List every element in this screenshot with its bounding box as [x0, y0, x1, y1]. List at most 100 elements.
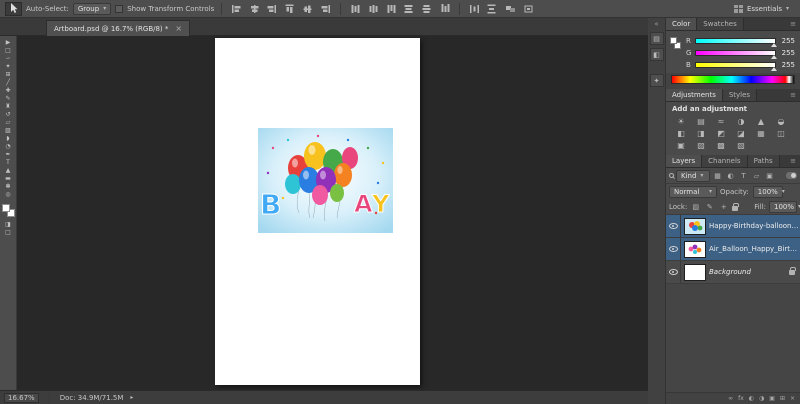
black-white-icon[interactable]: ◨ [691, 127, 711, 139]
eye-icon[interactable] [668, 246, 678, 252]
history-panel-icon[interactable]: ▤ [649, 32, 664, 45]
eye-icon[interactable] [668, 223, 678, 229]
status-popup-icon[interactable]: ▸ [130, 394, 133, 401]
red-value[interactable]: 255 [779, 37, 795, 45]
document-tab[interactable]: Artboard.psd @ 16.7% (RGB/8) * × [46, 20, 191, 36]
layer-mask-icon[interactable]: ◐ [749, 395, 754, 402]
slider-thumb[interactable] [771, 43, 777, 47]
3d-mode-icon[interactable] [521, 2, 535, 15]
blue-slider[interactable] [695, 62, 777, 71]
slider-thumb[interactable] [771, 55, 777, 59]
link-layers-icon[interactable]: ∞ [728, 395, 733, 402]
canvas-area[interactable]: B A Y [17, 36, 648, 390]
layer-name[interactable]: Background [709, 268, 786, 276]
auto-select-dropdown[interactable]: Group ▾ [72, 2, 112, 15]
color-panel-fgbg-swatch[interactable] [670, 35, 682, 59]
blue-value[interactable]: 255 [779, 61, 795, 69]
path-selection-tool[interactable]: ▲ [1, 167, 16, 175]
visibility-cell[interactable] [666, 238, 681, 260]
opacity-dropdown[interactable]: 100% ▾ [752, 186, 785, 198]
invert-icon[interactable]: ◫ [771, 127, 791, 139]
foreground-color-swatch[interactable] [1, 204, 10, 212]
dodge-tool[interactable]: ◔ [1, 143, 16, 151]
lock-image-pixels-icon[interactable]: ✎ [704, 201, 715, 213]
foreground-chip[interactable] [670, 37, 677, 44]
channel-mixer-icon[interactable]: ◪ [731, 127, 751, 139]
lock-position-icon[interactable]: + [718, 201, 729, 213]
panel-menu-icon[interactable]: ≡ [786, 155, 800, 167]
color-balance-icon[interactable]: ◧ [671, 127, 691, 139]
type-layer-filter-icon[interactable]: T [738, 170, 749, 182]
filtering-toggle[interactable] [786, 172, 797, 179]
gradient-tool[interactable]: ▧ [1, 127, 16, 135]
history-brush-tool[interactable]: ↺ [1, 111, 16, 119]
color-spectrum-ramp[interactable] [671, 75, 795, 84]
threshold-icon[interactable]: ▨ [691, 139, 711, 151]
foreground-background-swatches[interactable] [1, 204, 15, 217]
layer-name[interactable]: Air_Balloon_Happy_Birth... [709, 245, 800, 253]
distribute-h-spacing-icon[interactable] [467, 2, 481, 15]
quick-selection-tool[interactable]: ✦ [1, 63, 16, 71]
panel-menu-icon[interactable]: ≡ [786, 89, 800, 101]
panel-menu-icon[interactable]: ≡ [786, 18, 800, 30]
slider-thumb[interactable] [771, 67, 777, 71]
hue-saturation-icon[interactable]: ◒ [771, 115, 791, 127]
levels-icon[interactable]: ▤ [691, 115, 711, 127]
green-slider[interactable] [695, 50, 777, 59]
selective-color-icon[interactable]: ▩ [711, 139, 731, 151]
lock-all-icon[interactable] [732, 203, 740, 211]
horizontal-type-tool[interactable]: T [1, 159, 16, 167]
lasso-tool[interactable]: ∽ [1, 55, 16, 63]
screen-mode-button[interactable]: □ [1, 229, 16, 237]
new-layer-icon[interactable]: ⊞ [780, 395, 785, 402]
move-tool[interactable]: ▶ [1, 39, 16, 47]
layer-thumbnail[interactable] [684, 217, 706, 235]
blur-tool[interactable]: ◗ [1, 135, 16, 143]
distribute-v-center-icon[interactable] [366, 2, 380, 15]
align-h-center-icon[interactable] [247, 2, 261, 15]
tab-swatches[interactable]: Swatches [697, 18, 744, 30]
layer-thumbnail[interactable] [684, 263, 706, 281]
smart-object-filter-icon[interactable]: ▣ [764, 170, 775, 182]
clone-stamp-tool[interactable]: ♜ [1, 103, 16, 111]
hand-tool[interactable]: ✽ [1, 183, 16, 191]
distribute-top-icon[interactable] [348, 2, 362, 15]
tab-layers[interactable]: Layers [666, 155, 703, 167]
align-top-icon[interactable] [284, 2, 297, 16]
exposure-icon[interactable]: ◑ [731, 115, 751, 127]
visibility-cell[interactable] [666, 261, 681, 283]
lock-transparent-pixels-icon[interactable]: ▨ [690, 201, 701, 213]
distribute-v-spacing-icon[interactable] [486, 2, 499, 16]
tab-paths[interactable]: Paths [747, 155, 780, 167]
pixel-layer-filter-icon[interactable]: ▦ [712, 170, 723, 182]
eyedropper-tool[interactable]: ╱ [1, 79, 16, 87]
layer-name[interactable]: Happy-Birthday-balloons-... [709, 222, 800, 230]
distribute-bottom-icon[interactable] [384, 2, 398, 15]
quick-mask-button[interactable]: ◨ [1, 221, 16, 229]
pen-tool[interactable]: ✒ [1, 151, 16, 159]
properties-panel-icon[interactable]: ◧ [649, 48, 664, 61]
layer-row-air-balloon-happy-birth[interactable]: Air_Balloon_Happy_Birth... [666, 238, 800, 261]
brush-tool[interactable]: ✎ [1, 95, 16, 103]
delete-layer-icon[interactable]: × [790, 395, 795, 402]
align-right-icon[interactable] [265, 2, 279, 15]
spot-healing-brush-tool[interactable]: ✚ [1, 87, 16, 95]
rectangular-marquee-tool[interactable]: □ [1, 47, 16, 55]
curves-icon[interactable]: ≈ [711, 115, 731, 127]
align-v-center-icon[interactable] [302, 2, 315, 16]
vibrance-icon[interactable]: ▲ [751, 115, 771, 127]
show-transform-checkbox[interactable] [115, 4, 124, 13]
posterize-icon[interactable]: ▣ [671, 139, 691, 151]
layer-group-icon[interactable]: ▣ [769, 395, 775, 402]
adjustment-layer-filter-icon[interactable]: ◐ [725, 170, 736, 182]
layer-thumbnail[interactable] [684, 240, 706, 258]
layer-row-happy-birthday-balloons[interactable]: Happy-Birthday-balloons-... [666, 215, 800, 238]
eye-icon[interactable] [668, 269, 678, 275]
green-value[interactable]: 255 [779, 49, 795, 57]
gradient-map-icon[interactable]: ▧ [731, 139, 751, 151]
workspace-switcher[interactable]: Essentials ▾ [728, 4, 795, 13]
blend-mode-dropdown[interactable]: Normal ▾ [669, 186, 717, 198]
shape-layer-filter-icon[interactable]: ▱ [751, 170, 762, 182]
info-panel-icon[interactable]: ✦ [649, 74, 664, 87]
rectangle-tool[interactable]: ▬ [1, 175, 16, 183]
